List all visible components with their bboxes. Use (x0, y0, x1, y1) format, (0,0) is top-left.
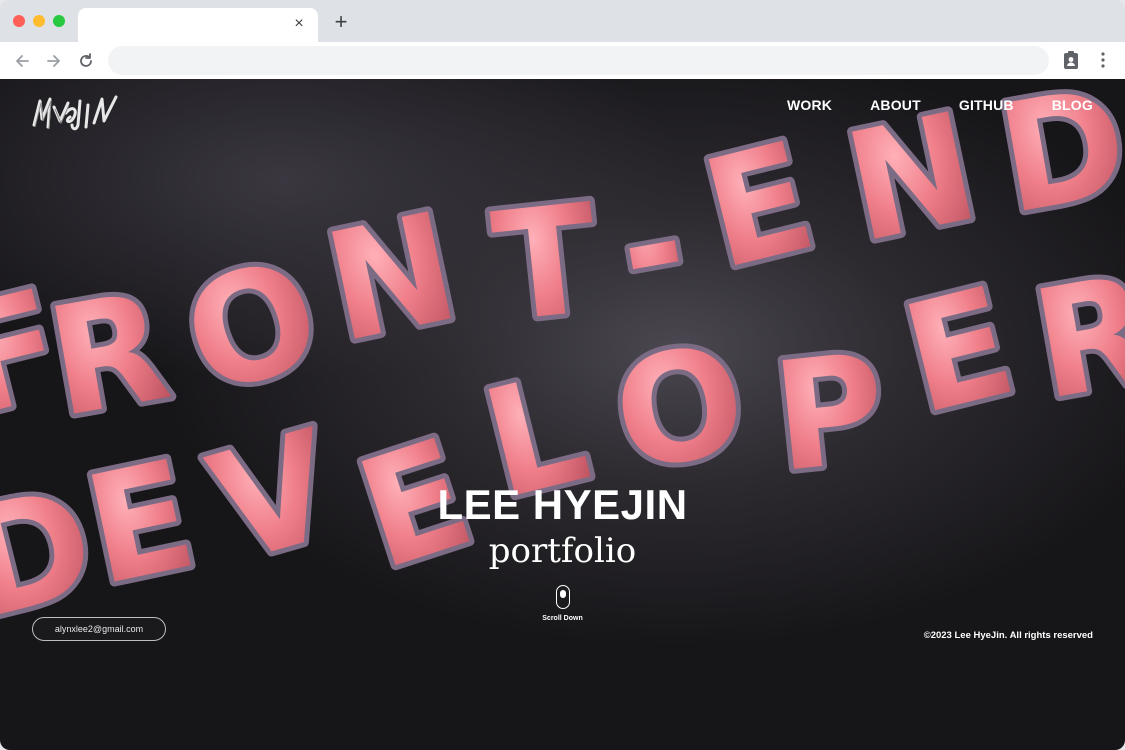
letter-t: T (486, 172, 606, 356)
mouse-scroll-icon[interactable] (556, 585, 570, 609)
minimize-window-button[interactable] (33, 15, 45, 27)
back-icon[interactable] (11, 50, 33, 72)
maximize-window-button[interactable] (53, 15, 65, 27)
nav-about[interactable]: ABOUT (870, 97, 921, 113)
browser-tab[interactable]: × (78, 8, 318, 42)
letter-r2: R (1022, 243, 1125, 434)
hero-subtitle: portfolio (488, 531, 637, 571)
letter-o2: O (602, 312, 758, 505)
letter-n: N (313, 180, 472, 376)
copyright-text: ©2023 Lee HyeJin. All rights reserved (923, 630, 1093, 641)
scroll-down-label: Scroll Down (542, 615, 583, 622)
forward-icon[interactable] (43, 50, 65, 72)
close-window-button[interactable] (13, 15, 25, 27)
nav-github[interactable]: GITHUB (959, 97, 1014, 113)
letter-e4: E (888, 255, 1030, 449)
letter-hyphen: - (607, 156, 699, 338)
nav-work[interactable]: WORK (787, 97, 832, 113)
tab-strip: × + (0, 0, 1125, 42)
hero-title: LEE HYEJIN (437, 481, 688, 528)
main-nav: WORK ABOUT GITHUB BLOG (787, 97, 1093, 113)
reload-icon[interactable] (75, 50, 97, 72)
letter-p: P (766, 322, 894, 507)
nav-blog[interactable]: BLOG (1052, 97, 1093, 113)
browser-toolbar (0, 42, 1125, 79)
email-button[interactable]: alynxlee2@gmail.com (32, 617, 166, 641)
site-logo[interactable] (30, 91, 125, 137)
browser-window: × + F R O N T - E N D D E V E L O P E R … (0, 0, 1125, 750)
letter-e: E (688, 110, 830, 304)
letter-o: O (165, 225, 340, 430)
address-bar[interactable] (108, 46, 1049, 75)
page-viewport: F R O N T - E N D D E V E L O P E R WORK… (0, 79, 1125, 750)
tab-close-icon[interactable]: × (290, 15, 308, 33)
new-tab-button[interactable]: + (331, 11, 351, 33)
clipboard-user-icon[interactable] (1061, 50, 1081, 70)
kebab-menu-icon[interactable] (1094, 50, 1112, 70)
3d-letters-illustration: F R O N T - E N D D E V E L O P E R (0, 79, 1125, 659)
